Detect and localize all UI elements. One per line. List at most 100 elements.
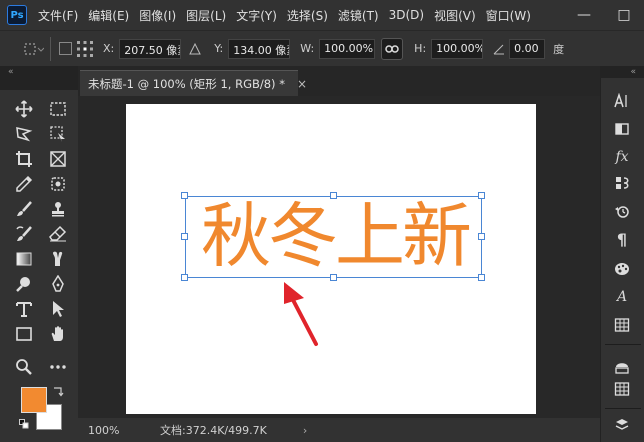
gradient-icon — [15, 250, 33, 268]
spot-healing-icon — [49, 175, 67, 193]
y-label: Y: — [214, 42, 224, 55]
color-icon[interactable] — [611, 258, 633, 280]
options-bar: X: 207.50 像素 Y: 134.00 像素 W: 100.00% H: … — [0, 30, 644, 66]
eyedropper-tool[interactable] — [12, 172, 36, 196]
transform-handle-bottom-right[interactable] — [478, 274, 485, 281]
transform-handle-top-center[interactable] — [330, 192, 337, 199]
history-brush-tool[interactable] — [12, 222, 36, 246]
adjustments-icon[interactable] — [611, 172, 633, 194]
foreground-color-swatch[interactable] — [21, 387, 47, 413]
dodge-tool[interactable] — [12, 272, 36, 296]
glyph-icon[interactable]: A — [611, 286, 633, 308]
zoom-level[interactable]: 100% — [88, 424, 148, 437]
right-panel-dock: fx ¶ A — [600, 78, 644, 442]
table-icon[interactable] — [611, 314, 633, 336]
transform-handle-middle-left[interactable] — [181, 233, 188, 240]
height-field[interactable]: 100.00% — [431, 38, 484, 59]
pen-tool[interactable] — [46, 272, 70, 296]
transform-handle-middle-right[interactable] — [478, 233, 485, 240]
link-icon — [385, 44, 399, 54]
tab-document[interactable]: 未标题-1 @ 100% (矩形 1, RGB/8) * × — [80, 70, 307, 96]
hand-tool[interactable] — [46, 322, 70, 346]
stamp-tool[interactable] — [46, 197, 70, 221]
transform-handle-bottom-center[interactable] — [330, 274, 337, 281]
angle-field[interactable]: 0.00 — [509, 38, 546, 59]
menu-select[interactable]: 选择(S) — [282, 7, 333, 24]
character-icon[interactable] — [611, 90, 633, 112]
dodge-icon — [15, 275, 33, 293]
menu-bar: Ps 文件(F) 编辑(E) 图像(I) 图层(L) 文字(Y) 选择(S) 滤… — [0, 0, 644, 30]
zoom-tool[interactable] — [12, 355, 36, 379]
y-position-field[interactable]: 134.00 像素 — [228, 38, 291, 59]
menu-window[interactable]: 窗口(W) — [481, 7, 536, 24]
object-selection-tool[interactable] — [46, 122, 70, 146]
menu-3d[interactable]: 3D(D) — [384, 8, 429, 22]
reference-point-checkbox[interactable] — [59, 42, 72, 55]
rectangle-tool[interactable] — [12, 322, 36, 346]
frame-tool[interactable] — [46, 147, 70, 171]
eraser-tool[interactable] — [46, 222, 70, 246]
restore-button[interactable]: □ — [604, 0, 644, 30]
x-position-field[interactable]: 207.50 像素 — [119, 38, 182, 59]
type-icon — [15, 300, 33, 318]
default-colors-icon[interactable] — [19, 418, 29, 429]
transform-handle-top-left[interactable] — [181, 192, 188, 199]
x-label: X: — [103, 42, 115, 55]
transform-handle-bottom-left[interactable] — [181, 274, 188, 281]
path-selection-tool[interactable] — [46, 297, 70, 321]
reference-point-icon[interactable] — [76, 40, 94, 58]
rectangle-marquee-icon — [49, 100, 67, 118]
menu-layer[interactable]: 图层(L) — [181, 7, 231, 24]
smudge-tool[interactable] — [46, 247, 70, 271]
menu-filter[interactable]: 滤镜(T) — [333, 7, 384, 24]
options-divider — [50, 36, 51, 61]
clone-stamp-icon — [49, 200, 67, 218]
move-icon — [15, 100, 33, 118]
lasso-tool[interactable] — [12, 122, 36, 146]
document-tab-title: 未标题-1 @ 100% (矩形 1, RGB/8) * — [88, 76, 285, 91]
transform-handle-top-right[interactable] — [478, 192, 485, 199]
history-icon[interactable] — [611, 200, 633, 222]
menu-image[interactable]: 图像(I) — [134, 7, 181, 24]
menu-view[interactable]: 视图(V) — [429, 7, 481, 24]
link-aspect-ratio-button[interactable] — [381, 37, 404, 60]
brush-icon — [15, 200, 33, 218]
annotation-arrow-icon — [284, 282, 318, 346]
relative-position-icon[interactable] — [189, 42, 202, 55]
swap-colors-icon[interactable] — [52, 386, 64, 398]
eyedropper-icon — [15, 175, 33, 193]
healing-tool[interactable] — [46, 172, 70, 196]
frame-icon — [49, 150, 67, 168]
move-tool[interactable] — [12, 97, 36, 121]
gradient-tool[interactable] — [12, 247, 36, 271]
menu-type[interactable]: 文字(Y) — [231, 7, 282, 24]
transform-tool-icon[interactable] — [22, 41, 44, 57]
photoshop-logo[interactable]: Ps — [7, 5, 27, 25]
layers-icon[interactable] — [611, 378, 633, 400]
marquee-tool[interactable] — [46, 97, 70, 121]
more-tools-button[interactable] — [46, 355, 70, 379]
crop-icon — [15, 150, 33, 168]
paragraph-icon[interactable]: ¶ — [611, 228, 633, 250]
channels-icon[interactable] — [611, 414, 633, 436]
arrow-select-icon — [49, 300, 67, 318]
status-menu-arrow[interactable]: › — [303, 424, 307, 437]
crop-tool[interactable] — [12, 147, 36, 171]
w-label: W: — [300, 42, 315, 55]
angle-icon — [493, 43, 505, 55]
toolbar-collapse-button[interactable]: « — [0, 66, 78, 78]
swatch-icon[interactable] — [611, 118, 633, 140]
transform-bounding-box[interactable] — [185, 196, 482, 278]
properties-icon[interactable] — [611, 356, 633, 378]
panels-collapse-button[interactable]: « — [600, 66, 644, 78]
pen-icon — [49, 275, 67, 293]
type-tool[interactable] — [12, 297, 36, 321]
width-field[interactable]: 100.00% — [319, 38, 376, 59]
close-tab-button[interactable]: × — [297, 77, 307, 91]
brush-tool[interactable] — [12, 197, 36, 221]
minimize-button[interactable]: — — [564, 0, 604, 30]
menu-file[interactable]: 文件(F) — [33, 7, 83, 24]
menu-edit[interactable]: 编辑(E) — [83, 7, 134, 24]
fx-icon[interactable]: fx — [611, 146, 633, 168]
more-icon — [49, 358, 67, 376]
